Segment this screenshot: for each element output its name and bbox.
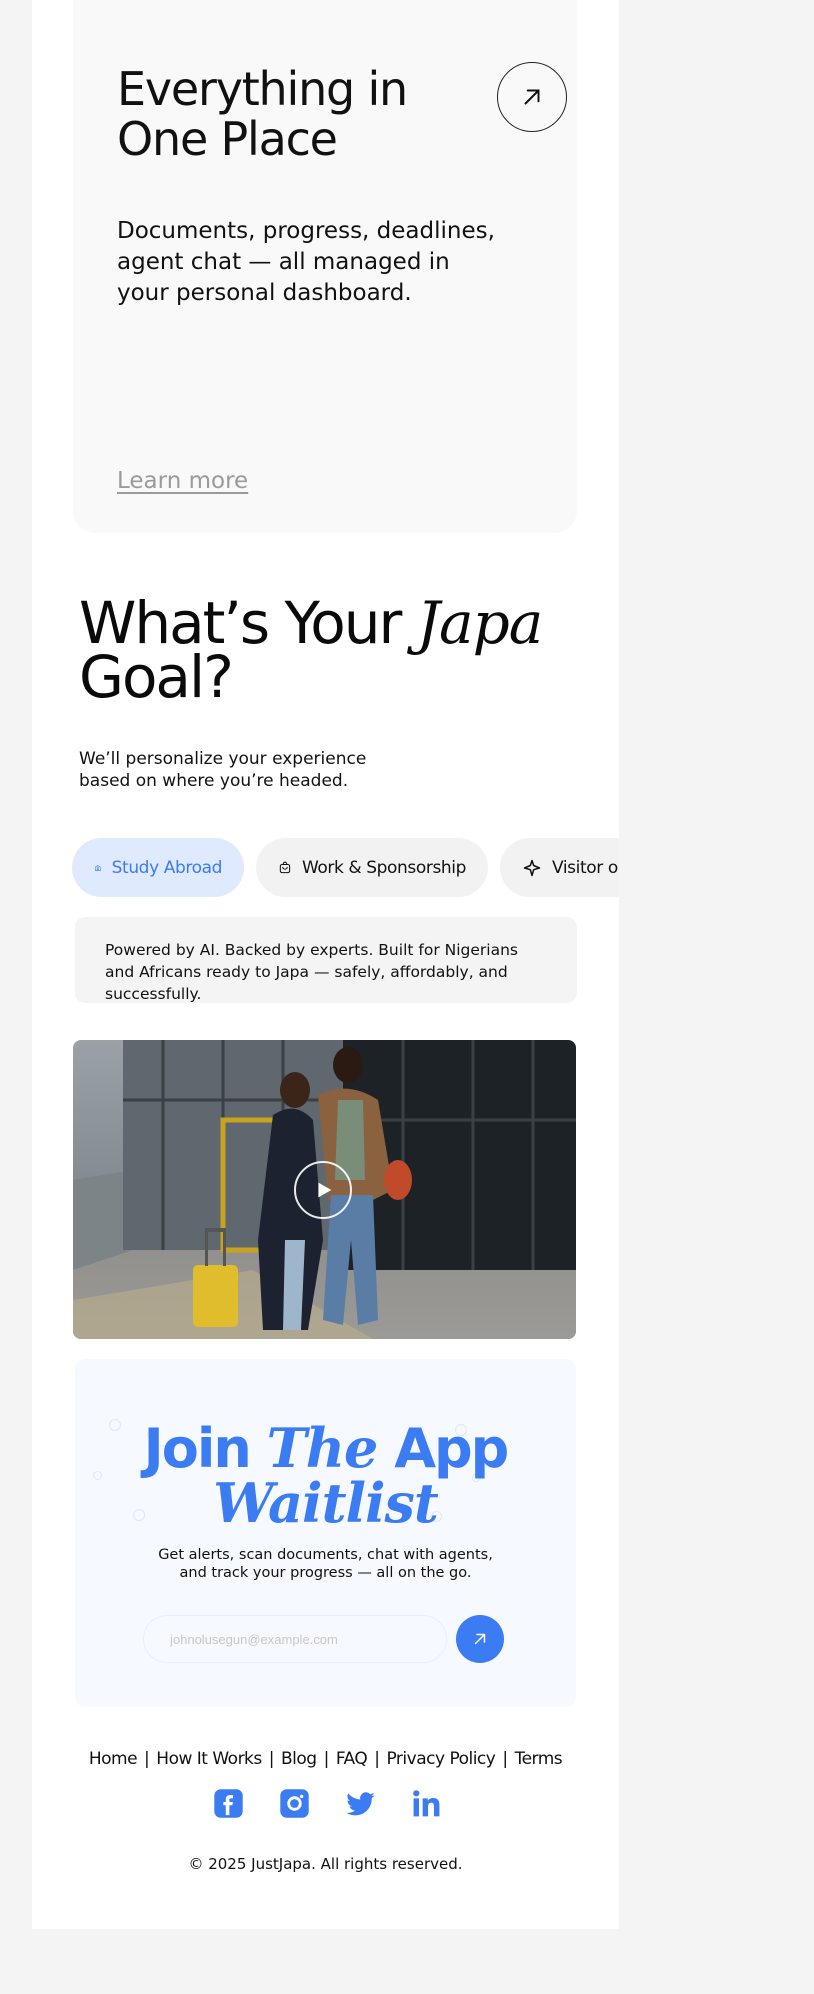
footer-separator: | [268,1749,275,1769]
powered-by-note: Powered by AI. Backed by experts. Built … [75,917,577,1003]
feature-title: Everything in One Place [117,62,408,166]
facebook-icon [214,1789,243,1818]
email-input[interactable] [143,1615,447,1663]
page: Everything in One Place Documents, progr… [32,0,619,1929]
chip-work-sponsorship[interactable]: Work & Sponsorship [256,838,488,897]
school-icon [94,864,101,871]
footer-separator: | [144,1749,150,1769]
goal-subtitle: We’ll personalize your experience based … [79,749,367,791]
footer-separator: | [502,1749,508,1769]
twitter-icon [346,1792,375,1816]
waitlist-title: Join The App Waitlist [75,1421,576,1531]
waitlist-subtitle: Get alerts, scan documents, chat with ag… [158,1547,493,1581]
facebook-link[interactable] [213,1788,244,1819]
footer-separator: | [374,1749,380,1769]
footer-separator: | [323,1749,330,1769]
footer-link-how-it-works[interactable]: How It Works [156,1749,262,1769]
chip-label: Work & Sponsorship [301,857,466,878]
feature-description: Documents, progress, deadlines, agent ch… [117,218,495,306]
footer-nav: Home | How It Works | Blog | FAQ | Priva… [32,1749,619,1769]
social-links [213,1788,442,1819]
chip-label: Visitor or T [552,857,619,878]
footer-link-home[interactable]: Home [89,1749,138,1769]
play-icon [318,1182,332,1198]
footer-link-blog[interactable]: Blog [281,1749,317,1769]
briefcase-icon [279,861,291,873]
instagram-icon [280,1789,309,1818]
waitlist-title-accent-waitlist: Waitlist [213,1471,439,1535]
linkedin-icon [413,1790,440,1817]
play-button[interactable] [294,1161,352,1219]
arrow-up-right-icon [524,89,540,105]
footer-link-terms[interactable]: Terms [515,1749,563,1769]
waitlist-card: Join The App Waitlist Get alerts, scan d… [75,1359,576,1707]
footer-link-faq[interactable]: FAQ [336,1749,368,1769]
chip-label: Study Abroad [111,857,223,878]
arrow-up-right-icon [474,1633,486,1645]
learn-more-link[interactable]: Learn more [117,468,248,494]
footer-link-privacy-policy[interactable]: Privacy Policy [386,1749,495,1769]
chip-study-abroad[interactable]: Study Abroad [72,838,244,897]
twitter-link[interactable] [345,1788,376,1819]
plane-icon [523,859,541,876]
goal-title-suffix: Goal? [79,643,234,711]
feature-card: Everything in One Place Documents, progr… [73,0,577,533]
instagram-link[interactable] [279,1788,310,1819]
goal-title-accent: Japa [416,589,544,657]
video-thumbnail[interactable] [73,1040,576,1339]
chip-visitor[interactable]: Visitor or T [500,838,619,897]
copyright: © 2025 JustJapa. All rights reserved. [188,1855,463,1873]
goal-chips: Study Abroad Work & Sponsorship Visitor … [72,838,619,897]
feature-arrow-button[interactable] [497,62,567,132]
goal-title: What’s Your Japa Goal? [79,594,579,706]
linkedin-link[interactable] [411,1788,442,1819]
waitlist-submit-button[interactable] [456,1615,504,1663]
